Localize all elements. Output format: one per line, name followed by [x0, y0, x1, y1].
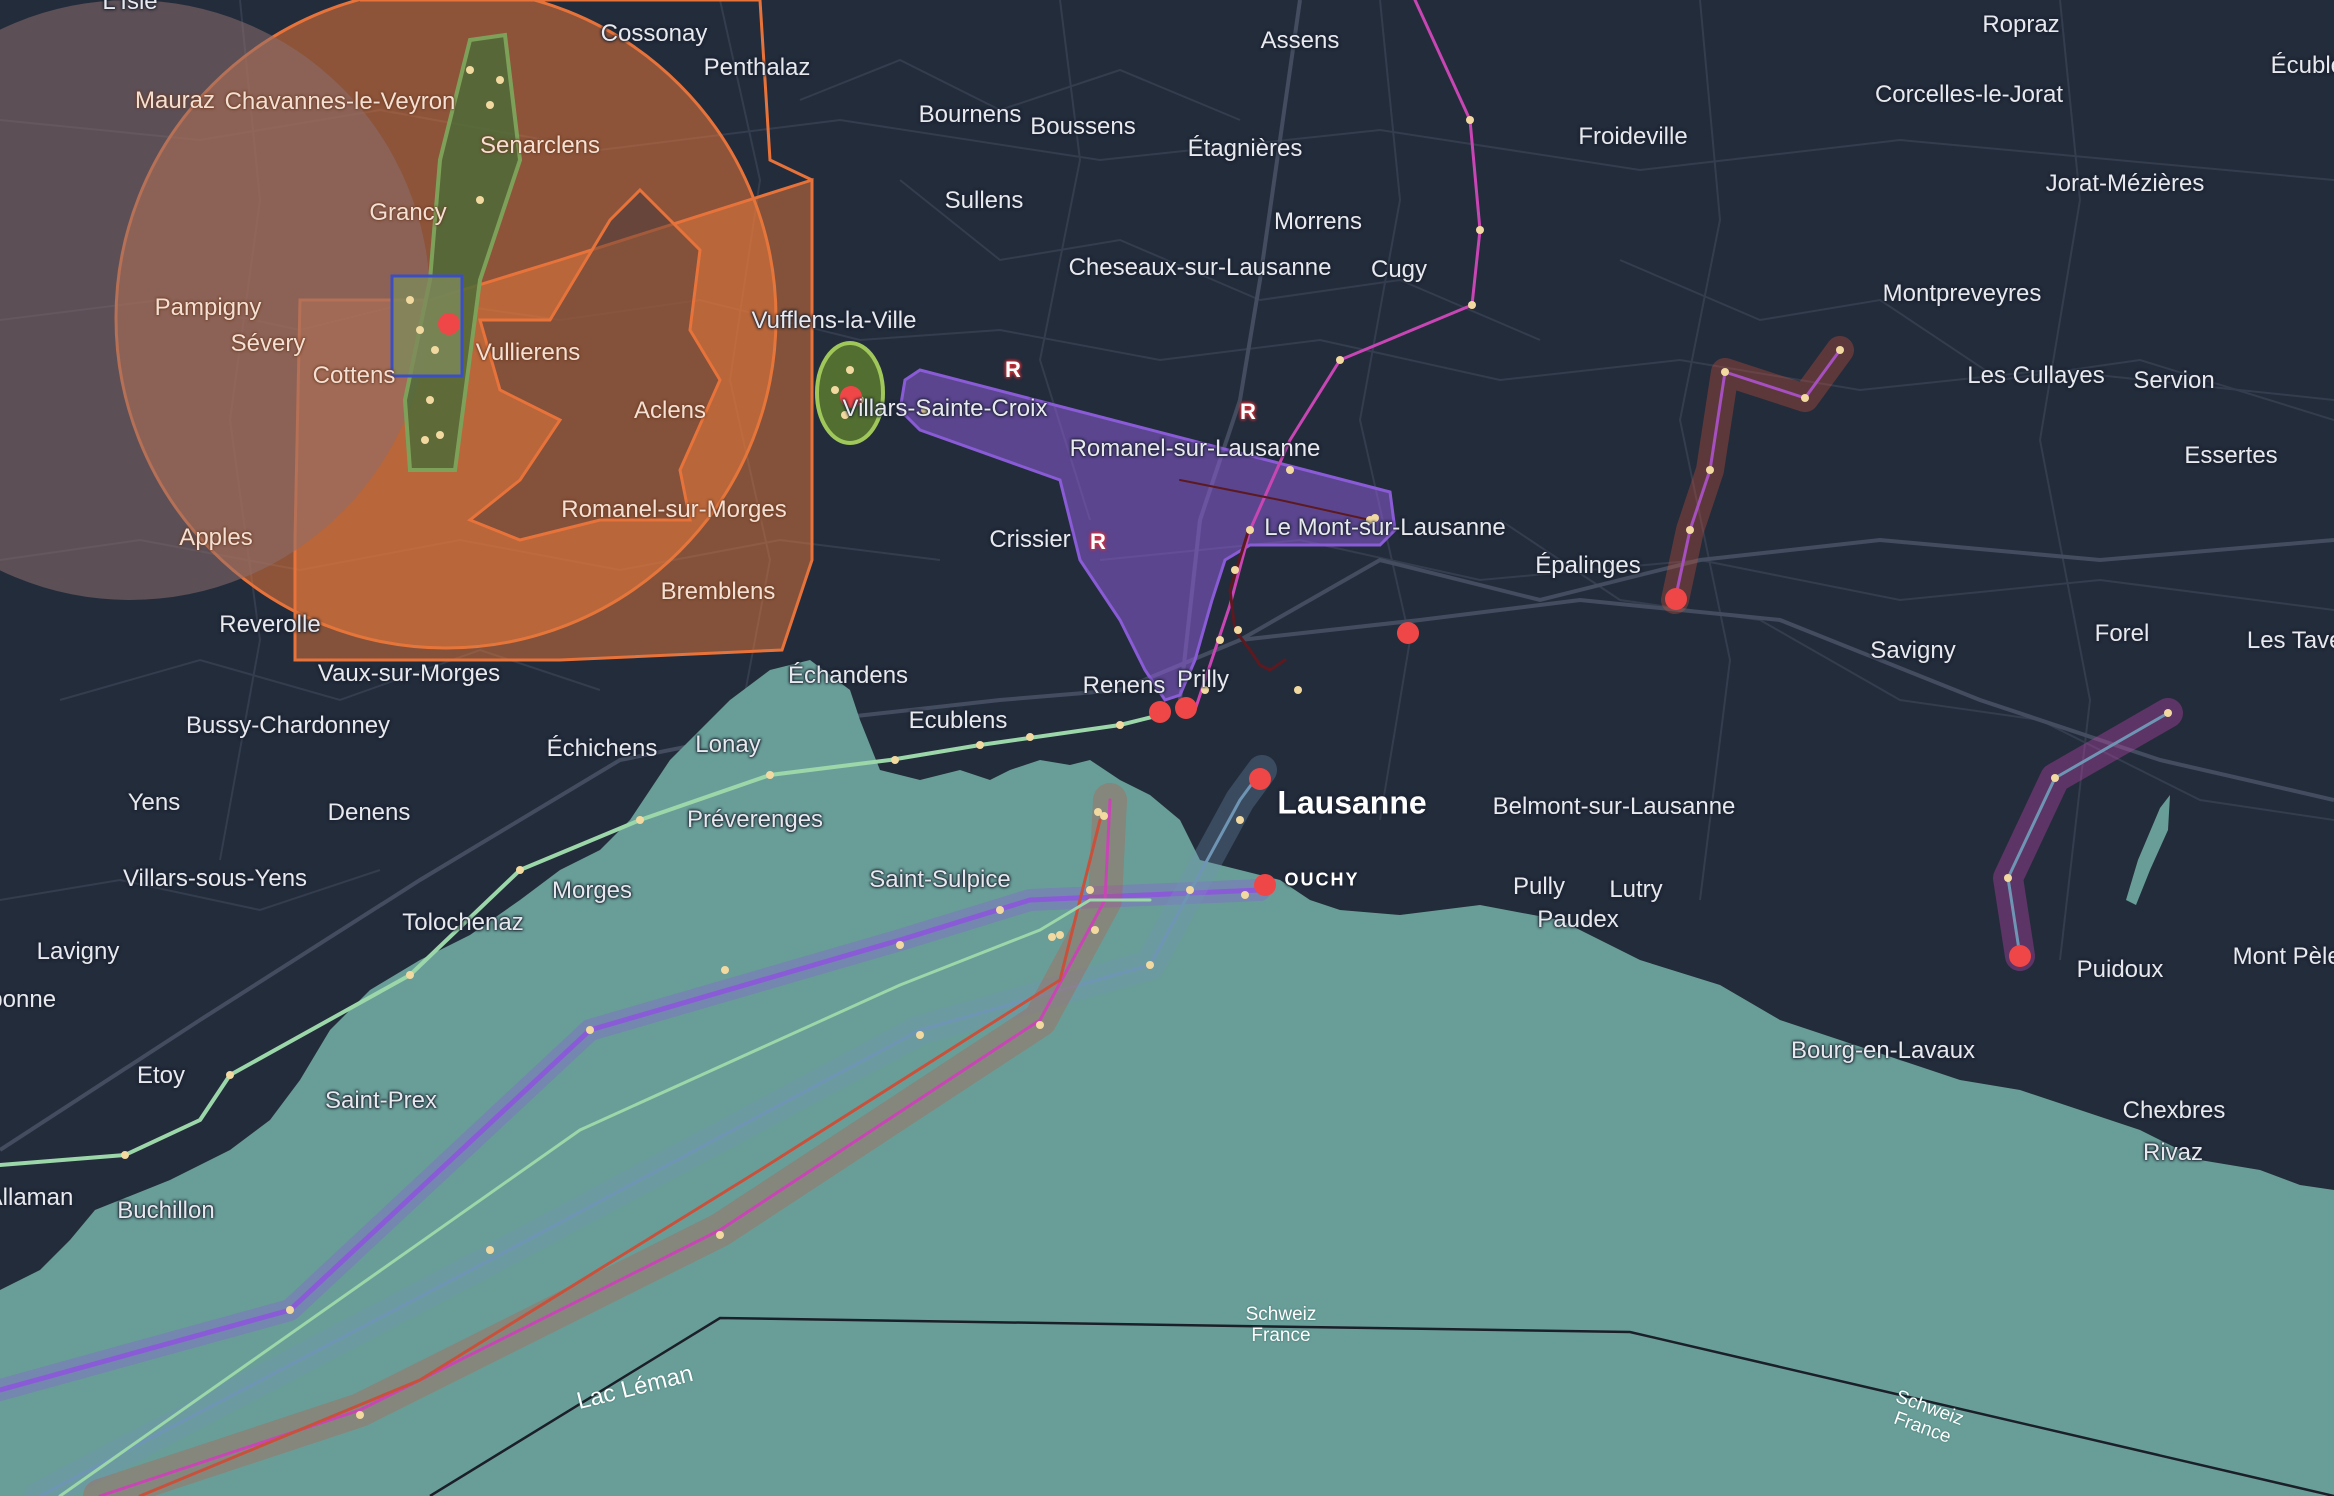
restricted-marker[interactable]: R	[1005, 357, 1021, 383]
map-canvas[interactable]	[0, 0, 2334, 1496]
restricted-marker[interactable]: R	[1090, 529, 1106, 555]
restricted-marker[interactable]: R	[1240, 399, 1256, 425]
